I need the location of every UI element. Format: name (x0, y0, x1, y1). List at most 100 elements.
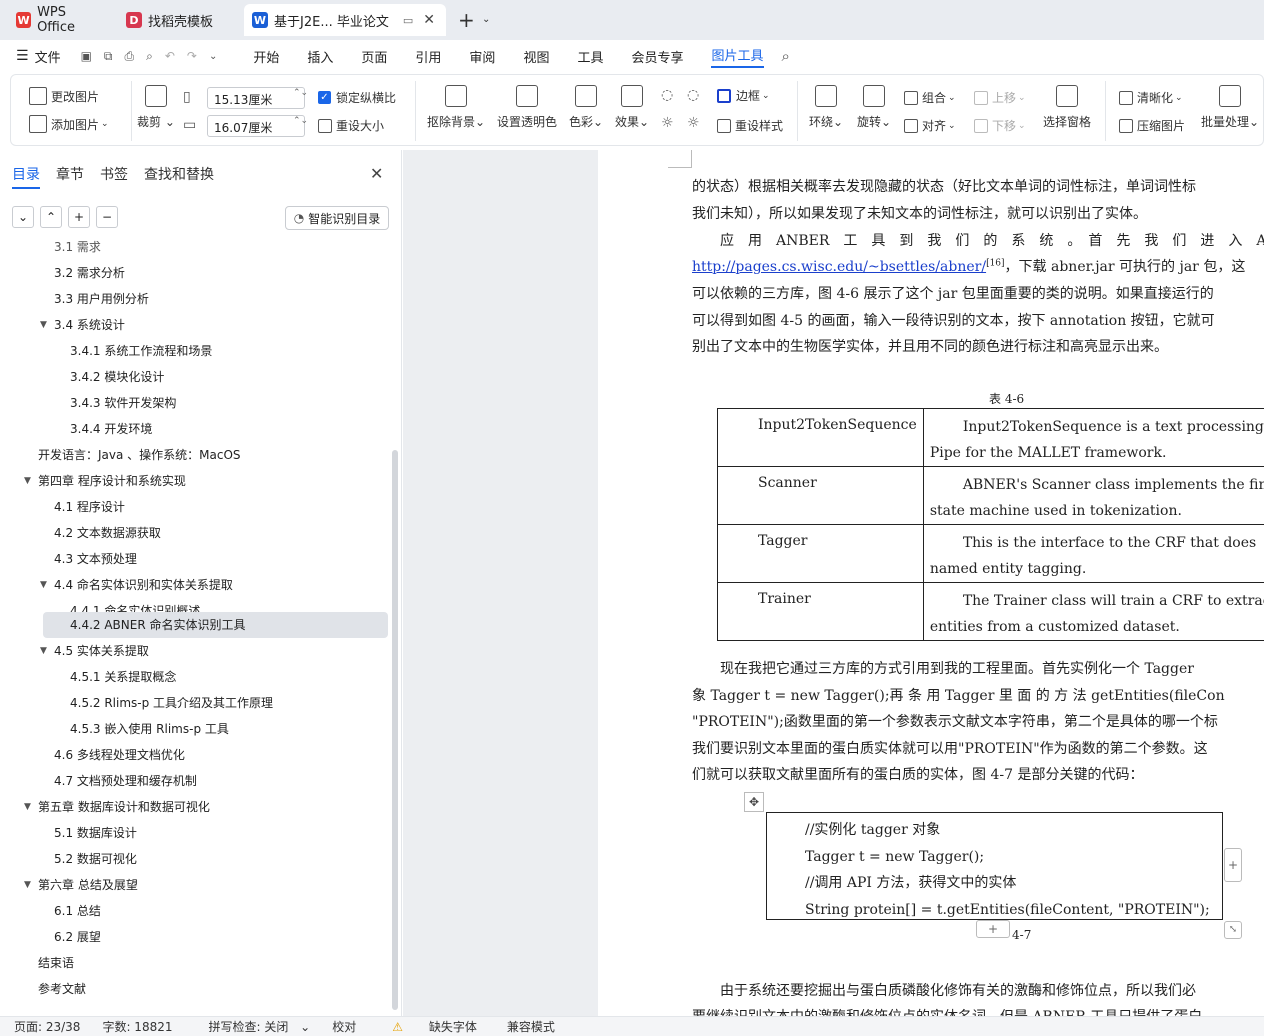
window-icon[interactable]: ▭ (403, 14, 413, 27)
print-icon[interactable]: ⎙ (125, 49, 135, 64)
toc-item[interactable]: 3.1 需求 (54, 238, 354, 260)
set-transparent-button[interactable]: 设置透明色 (497, 85, 557, 130)
toc-item[interactable]: 4.7 文档预处理和缓存机制 (54, 768, 354, 794)
save-icon[interactable]: ▣ (81, 49, 92, 63)
collapse-icon[interactable]: ⌄ (12, 206, 34, 228)
missing-font[interactable]: ⚠ 缺失字体 (378, 1018, 485, 1035)
reset-style-button[interactable]: 重设样式 (717, 117, 783, 134)
sharpen-button[interactable]: 清晰化 ⌄ (1119, 89, 1183, 106)
abner-link[interactable]: http://pages.cs.wisc.edu/~bsettles/abner… (692, 259, 986, 275)
close-icon[interactable]: ✕ (370, 164, 383, 183)
add-row-icon[interactable]: + (976, 920, 1010, 938)
toc-item[interactable]: 3.4.1 系统工作流程和场景 (70, 338, 370, 364)
redo-icon[interactable]: ↷ (187, 49, 197, 63)
remove-heading-icon[interactable]: − (96, 206, 118, 228)
toc-item[interactable]: 结束语 (38, 950, 378, 976)
toc-item[interactable]: 4.6 多线程处理文档优化 (54, 742, 354, 768)
toc-item-selected[interactable]: 4.4.2 ABNER 命名实体识别工具 (43, 612, 388, 638)
remove-background-button[interactable]: 抠除背景⌄ (427, 85, 485, 130)
contrast-up-icon[interactable]: ☼ (661, 115, 674, 131)
toc-item[interactable]: 3.2 需求分析 (54, 260, 354, 286)
toc-item[interactable]: 3.4.2 模块化设计 (70, 364, 370, 390)
border-button[interactable]: 边框 ⌄ (717, 87, 770, 104)
chevron-down-icon[interactable]: ▼ (40, 646, 47, 656)
menu-view[interactable]: 视图 (523, 47, 549, 66)
selection-pane-button[interactable]: 选择窗格 (1043, 85, 1091, 130)
toc-item[interactable]: 4.2 文本数据源获取 (54, 520, 354, 546)
toc-item[interactable]: 5.2 数据可视化 (54, 846, 354, 872)
page-count[interactable]: 页面: 23/38 (14, 1018, 80, 1035)
menu-page[interactable]: 页面 (361, 47, 387, 66)
chevron-down-icon[interactable]: ▼ (40, 320, 47, 330)
toc-item[interactable]: 4.5.1 关系提取概念 (70, 664, 370, 690)
toc-item[interactable]: 3.4.4 开发环境 (70, 416, 370, 442)
undo-icon[interactable]: ↶ (165, 49, 175, 63)
toc-item[interactable]: 4.3 文本预处理 (54, 546, 354, 572)
close-tab-icon[interactable]: ✕ (423, 12, 435, 28)
proofread[interactable]: 校对 (332, 1018, 356, 1035)
toc-item[interactable]: 4.1 程序设计 (54, 494, 354, 520)
nav-scrollbar[interactable] (392, 450, 398, 1010)
menu-insert[interactable]: 插入 (307, 47, 333, 66)
tab-bookmarks[interactable]: 书签 (100, 164, 128, 189)
toc-item[interactable]: 3.4.3 软件开发架构 (70, 390, 370, 416)
tab-document[interactable]: W 基于J2E... 毕业论文 ▭ ✕ (244, 4, 446, 36)
toc-item[interactable]: 参考文献 (38, 976, 378, 1002)
menu-tools[interactable]: 工具 (577, 47, 603, 66)
crop-button[interactable]: 裁剪 ⌄ (137, 85, 175, 130)
resize-handle-icon[interactable]: ⤡ (1224, 921, 1242, 939)
compress-button[interactable]: 压缩图片 (1119, 117, 1185, 134)
move-handle-icon[interactable]: ✥ (744, 792, 764, 812)
add-heading-icon[interactable]: + (68, 206, 90, 228)
export-icon[interactable]: ⧉ (104, 49, 113, 64)
resize-button[interactable]: 重设大小 (318, 117, 384, 134)
wrap-button[interactable]: 环绕⌄ (809, 85, 843, 130)
spell-check[interactable]: 拼写检查: 关闭 ⌄ (195, 1018, 311, 1035)
menu-file[interactable]: 文件 (35, 47, 61, 66)
add-column-icon[interactable]: + (1224, 848, 1242, 882)
brightness-up-icon[interactable]: ◌ (661, 87, 673, 103)
rotate-button[interactable]: 旋转⌄ (857, 85, 891, 130)
print-preview-icon[interactable]: ⌕ (146, 49, 153, 64)
toc-item[interactable]: 第六章 总结及展望 (38, 872, 378, 898)
tab-toc[interactable]: 目录 (12, 164, 40, 189)
expand-icon[interactable]: ⌃ (40, 206, 62, 228)
quick-access-dropdown-icon[interactable]: ⌄ (209, 51, 217, 62)
chevron-down-icon[interactable]: ▼ (24, 802, 31, 812)
tab-chapters[interactable]: 章节 (56, 164, 84, 189)
batch-button[interactable]: 批量处理⌄ (1201, 85, 1259, 130)
menu-home[interactable]: 开始 (253, 47, 279, 66)
chevron-down-icon[interactable]: ⌄ (482, 14, 490, 25)
toc-item[interactable]: 3.4 系统设计 (54, 312, 354, 338)
toc-item[interactable]: 4.5.2 Rlims-p 工具介绍及其工作原理 (70, 690, 370, 716)
search-icon[interactable]: ⌕ (782, 47, 790, 65)
lock-ratio-checkbox[interactable]: ✓ 锁定纵横比 (318, 89, 396, 106)
move-down-button[interactable]: 下移 ⌄ (974, 117, 1026, 134)
menu-review[interactable]: 审阅 (469, 47, 495, 66)
word-count[interactable]: 字数: 18821 (102, 1018, 172, 1035)
toc-item[interactable]: 开发语言：Java 、操作系统：MacOS (38, 442, 378, 468)
height-spinner[interactable]: 16.07厘米 (207, 115, 305, 137)
toc-item[interactable]: 6.2 展望 (54, 924, 354, 950)
toc-item[interactable]: 6.1 总结 (54, 898, 354, 924)
group-button[interactable]: 组合 ⌄ (904, 89, 956, 106)
tab-find-replace[interactable]: 查找和替换 (144, 164, 214, 189)
chevron-down-icon[interactable]: ▼ (24, 476, 31, 486)
menu-picture-tools[interactable]: 图片工具 (711, 45, 764, 68)
toc-item[interactable]: 4.4 命名实体识别和实体关系提取 (54, 572, 354, 598)
chevron-down-icon[interactable]: ▼ (24, 880, 31, 890)
add-picture-button[interactable]: 添加图片 ⌄ (29, 115, 109, 133)
color-button[interactable]: 色彩⌄ (569, 85, 603, 130)
code-figure[interactable]: //实例化 tagger 对象 Tagger t = new Tagger();… (766, 812, 1223, 920)
chevron-down-icon[interactable]: ▼ (40, 580, 47, 590)
smart-toc-button[interactable]: ◔ 智能识别目录 (285, 206, 389, 230)
effect-button[interactable]: 效果⌄ (615, 85, 649, 130)
change-picture-button[interactable]: 更改图片 (29, 87, 99, 105)
move-up-button[interactable]: 上移 ⌄ (974, 89, 1026, 106)
tab-docer[interactable]: D 找稻壳模板 (118, 4, 240, 36)
menu-reference[interactable]: 引用 (415, 47, 441, 66)
brightness-down-icon[interactable]: ◌ (687, 87, 699, 103)
menu-member[interactable]: 会员专享 (631, 47, 683, 66)
hamburger-icon[interactable]: ☰ (16, 48, 29, 64)
toc-item[interactable]: 5.1 数据库设计 (54, 820, 354, 846)
